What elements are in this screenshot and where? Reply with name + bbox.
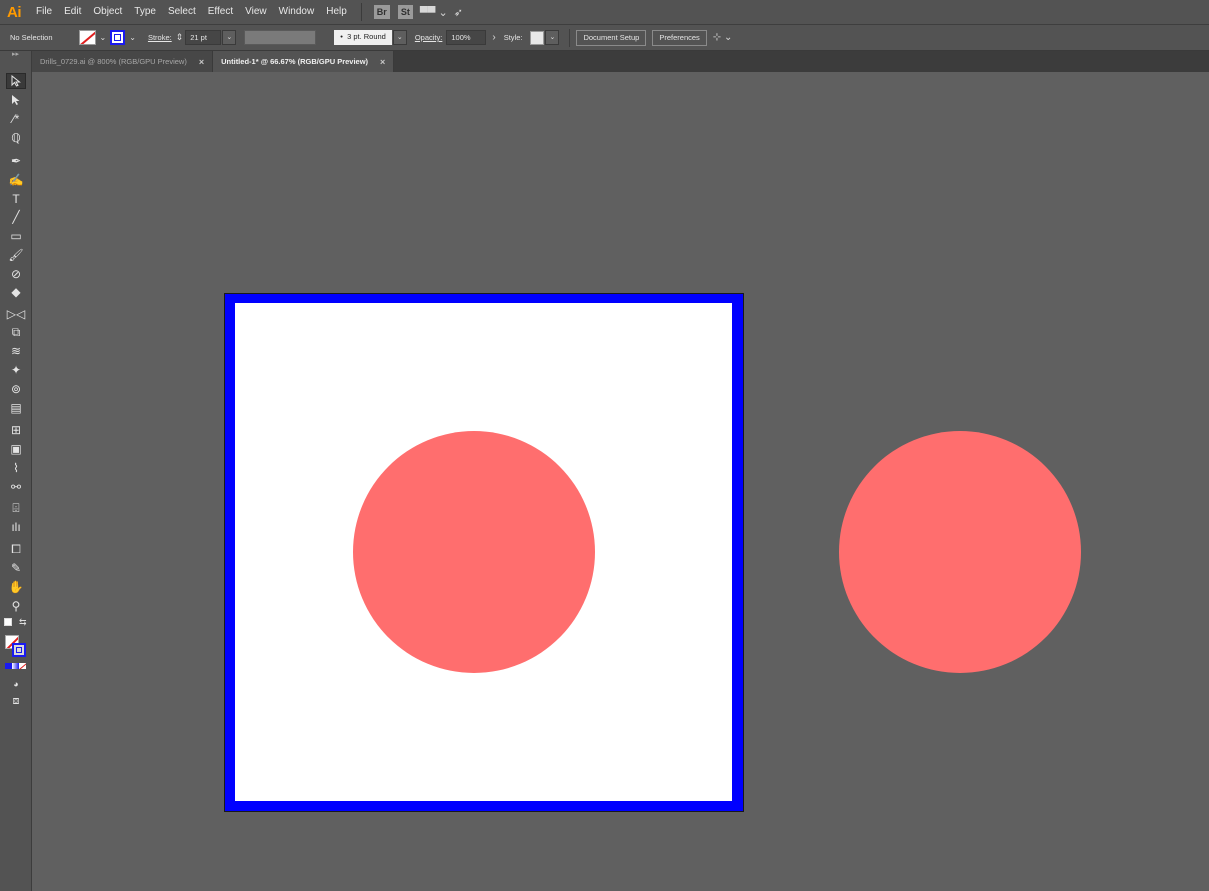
stroke-color-icon[interactable] xyxy=(12,643,26,657)
variable-width-profile[interactable] xyxy=(244,30,317,45)
direct-selection-tool-icon[interactable] xyxy=(6,93,26,109)
tab-drills[interactable]: Drills_0729.ai @ 800% (RGB/GPU Preview) … xyxy=(32,51,214,72)
puppet-warp-tool-icon[interactable]: ✦ xyxy=(6,362,26,378)
stroke-weight-dropdown[interactable]: ⌄ xyxy=(222,30,237,45)
opacity-label[interactable]: Opacity: xyxy=(415,33,443,42)
column-graph-tool-icon[interactable]: ılı xyxy=(6,519,26,535)
canvas-area[interactable] xyxy=(32,72,1209,891)
preferences-button[interactable]: Preferences xyxy=(652,29,707,46)
menu-view[interactable]: View xyxy=(239,0,273,24)
opacity-field[interactable]: 100% xyxy=(446,30,487,45)
workspace-layout-icon[interactable]: ▀▀ ⌄ xyxy=(420,6,448,19)
lasso-tool-icon[interactable]: ℚ xyxy=(6,130,26,146)
tools-panel: ▸▸ ⁄* ℚ ✒ ✍ T ╱ ▭ 🖌 ⊘ ◆ ▷◁ ⧉ ≋ ✦ ⊚ ▤ ⊞ ▣… xyxy=(0,51,32,891)
hand-tool-icon[interactable]: ✋ xyxy=(6,579,26,595)
close-icon[interactable]: × xyxy=(199,57,204,67)
swap-colors-icon[interactable]: ⇆ xyxy=(19,617,27,628)
menu-bar: Ai File Edit Object Type Select Effect V… xyxy=(0,0,1209,24)
brush-dot-icon: • xyxy=(340,32,343,41)
circle-off-artboard[interactable] xyxy=(839,431,1081,673)
zoom-tool-icon[interactable]: ⚲ xyxy=(6,598,26,614)
document-setup-button[interactable]: Document Setup xyxy=(576,29,647,46)
line-tool-icon[interactable]: ╱ xyxy=(6,209,26,225)
fill-swatch[interactable] xyxy=(78,30,96,45)
circle-on-artboard[interactable] xyxy=(353,431,595,673)
panel-grip-icon[interactable]: ▸▸ xyxy=(0,51,31,61)
none-mode-icon[interactable] xyxy=(19,663,26,669)
screen-mode-icon[interactable]: ⧈ xyxy=(6,693,26,709)
menu-effect[interactable]: Effect xyxy=(202,0,239,24)
curvature-tool-icon[interactable]: ✍ xyxy=(6,172,26,188)
warp-tool-icon[interactable]: ≋ xyxy=(6,343,26,359)
menu-file[interactable]: File xyxy=(28,0,58,24)
mesh-tool-icon[interactable]: ⊞ xyxy=(6,422,26,438)
tab-label: Untitled-1* @ 66.67% (RGB/GPU Preview) xyxy=(221,57,369,66)
scale-tool-icon[interactable]: ⧉ xyxy=(6,324,26,340)
stroke-swatch[interactable] xyxy=(110,30,126,45)
menu-help[interactable]: Help xyxy=(320,0,353,24)
stock-button[interactable]: St xyxy=(397,5,413,19)
brush-label: 3 pt. Round xyxy=(347,32,386,41)
menu-type[interactable]: Type xyxy=(128,0,162,24)
brush-definition[interactable]: • 3 pt. Round xyxy=(334,30,392,45)
menu-window[interactable]: Window xyxy=(273,0,321,24)
stroke-label[interactable]: Stroke: xyxy=(148,33,172,42)
shape-builder-tool-icon[interactable]: ⊚ xyxy=(6,381,26,397)
artwork-layer xyxy=(224,293,1081,812)
gradient-mode-icon[interactable] xyxy=(12,663,19,669)
style-dropdown[interactable]: ⌄ xyxy=(545,30,560,45)
rectangle-tool-icon[interactable]: ▭ xyxy=(6,228,26,244)
menu-edit[interactable]: Edit xyxy=(58,0,87,24)
artboard-tool-icon[interactable]: ⧠ xyxy=(6,541,26,557)
pen-tool-icon[interactable]: ✒ xyxy=(6,153,26,169)
stroke-dropdown-icon[interactable]: ⌄ xyxy=(125,33,140,42)
blend-tool-icon[interactable]: ⚯ xyxy=(6,479,26,495)
reflect-tool-icon[interactable]: ▷◁ xyxy=(6,306,26,322)
default-colors-icon[interactable] xyxy=(4,618,12,626)
eraser-tool-icon[interactable]: ◆ xyxy=(6,284,26,300)
menu-object[interactable]: Object xyxy=(87,0,128,24)
control-bar: No Selection ⌄ ⌄ Stroke: ⇕ 21 pt ⌄ • 3 p… xyxy=(0,24,1209,51)
color-mode-icon[interactable] xyxy=(5,663,12,669)
document-tabs: Drills_0729.ai @ 800% (RGB/GPU Preview) … xyxy=(32,51,1209,72)
slice-tool-icon[interactable]: ✎ xyxy=(6,560,26,576)
symbol-sprayer-tool-icon[interactable]: ⌹ xyxy=(6,500,26,516)
close-icon[interactable]: × xyxy=(380,57,385,67)
type-tool-icon[interactable]: T xyxy=(6,191,26,207)
magic-wand-tool-icon[interactable]: ⁄* xyxy=(6,111,26,127)
selection-tool-icon[interactable] xyxy=(6,73,26,89)
opacity-arrow-icon[interactable]: › xyxy=(492,32,495,43)
control-separator xyxy=(569,28,571,47)
selection-status: No Selection xyxy=(10,33,53,42)
stroke-weight-field[interactable]: 21 pt xyxy=(185,30,222,45)
tab-label: Drills_0729.ai @ 800% (RGB/GPU Preview) xyxy=(40,57,187,66)
graphic-style-swatch[interactable] xyxy=(530,30,545,45)
illustrator-window: Ai File Edit Object Type Select Effect V… xyxy=(0,0,1209,891)
brush-dropdown[interactable]: ⌄ xyxy=(392,30,407,45)
app-logo: Ai xyxy=(7,3,22,21)
shaper-tool-icon[interactable]: ⊘ xyxy=(6,266,26,282)
tab-untitled[interactable]: Untitled-1* @ 66.67% (RGB/GPU Preview) × xyxy=(213,51,395,72)
draw-mode-icon[interactable]: ◕ xyxy=(6,676,26,692)
bridge-button[interactable]: Br xyxy=(373,5,390,19)
perspective-grid-tool-icon[interactable]: ▤ xyxy=(6,400,26,416)
fill-dropdown-icon[interactable]: ⌄ xyxy=(96,33,111,42)
menu-separator xyxy=(360,3,362,21)
paintbrush-tool-icon[interactable]: 🖌 xyxy=(6,247,26,263)
style-label: Style: xyxy=(503,33,523,42)
stroke-spinner-icon[interactable]: ⇕ xyxy=(176,32,184,43)
gradient-tool-icon[interactable]: ▣ xyxy=(6,441,26,457)
arrange-documents-icon[interactable]: ⊹ ⌄ xyxy=(713,32,733,43)
rocket-icon[interactable]: ➶ xyxy=(454,6,463,19)
menu-select[interactable]: Select xyxy=(162,0,202,24)
eyedropper-tool-icon[interactable]: ⌇ xyxy=(6,460,26,476)
